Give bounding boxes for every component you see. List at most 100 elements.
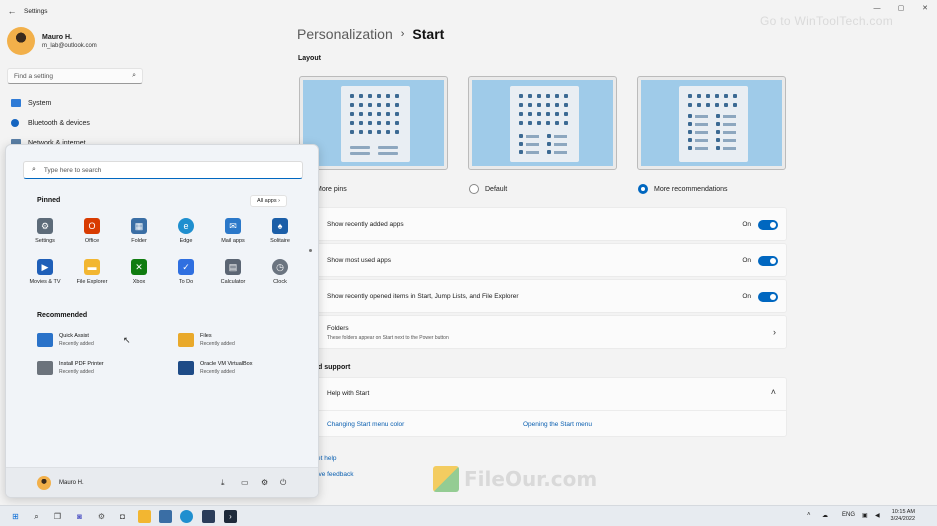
radio-more-recommendations[interactable]: More recommendations xyxy=(638,184,728,194)
chevron-up-icon[interactable]: ˄ xyxy=(771,387,776,397)
pinned-app-settings[interactable]: ⚙ Settings xyxy=(22,218,68,244)
recommended-item-virtualbox[interactable]: Oracle VM VirtualBox Recently added xyxy=(178,361,252,375)
start-menu: ⌕ Type here to search Pinned All apps › … xyxy=(5,144,319,498)
sidebar-item-label: System xyxy=(28,99,52,107)
get-help-link[interactable]: et help xyxy=(317,455,337,462)
pinned-app-xbox[interactable]: ✕ Xbox xyxy=(116,259,162,285)
pinned-app-file-explorer[interactable]: ▬ File Explorer xyxy=(69,259,115,285)
terminal-icon[interactable]: › xyxy=(224,510,237,523)
chat-icon[interactable]: ◙ xyxy=(73,510,86,523)
sidebar-item-label: Bluetooth & devices xyxy=(28,119,90,127)
power-icon[interactable]: ⏻ xyxy=(280,478,286,488)
radio-label: More recommendations xyxy=(654,185,728,193)
recommended-item-pdf-printer[interactable]: Install PDF Printer Recently added xyxy=(37,361,104,375)
help-label[interactable]: Help with Start xyxy=(327,390,369,397)
search-icon[interactable]: ⌕ xyxy=(30,510,43,523)
volume-icon[interactable]: ◀ xyxy=(875,512,880,519)
recommended-title: Quick Assist xyxy=(59,333,89,339)
gear-icon[interactable]: ⚙ xyxy=(95,510,108,523)
recommended-subtitle: Recently added xyxy=(200,369,235,375)
setting-recently-opened: Show recently opened items in Start, Jum… xyxy=(297,279,787,313)
recommended-subtitle: Recently added xyxy=(59,341,94,347)
toggle-switch[interactable] xyxy=(758,256,778,266)
taskbar: ⊞ ⌕ ❐ ◙ ⚙ ◘ › ˄ ☁ ENG ▣ ◀ 10:15 AM 3/24/… xyxy=(0,505,937,526)
user-name[interactable]: Mauro H. xyxy=(59,480,84,486)
breadcrumb-parent[interactable]: Personalization xyxy=(297,26,393,42)
page-indicator[interactable] xyxy=(309,249,312,252)
network-icon[interactable]: ▣ xyxy=(862,512,868,519)
setting-label: Show recently opened items in Start, Jum… xyxy=(327,293,519,300)
search-input[interactable]: Find a setting ⌕ xyxy=(7,68,143,84)
layout-option-more-pins[interactable] xyxy=(299,76,448,170)
pinned-app-label: To Do xyxy=(178,279,194,285)
search-icon: ⌕ xyxy=(132,72,136,79)
gear-icon[interactable]: ⚙ xyxy=(261,478,268,487)
download-icon[interactable]: ⤓ xyxy=(221,478,225,488)
profile[interactable]: Mauro H. m_lab@outlook.com xyxy=(7,27,97,55)
pinned-app-clock[interactable]: ◷ Clock xyxy=(257,259,303,285)
give-feedback-link[interactable]: ive feedback xyxy=(317,471,354,478)
clock[interactable]: 10:15 AM 3/24/2022 xyxy=(891,509,915,523)
link-opening-start-menu[interactable]: Opening the Start menu xyxy=(523,421,592,428)
toggle-switch[interactable] xyxy=(758,220,778,230)
pinned-app-todo[interactable]: ✓ To Do xyxy=(163,259,209,285)
recommended-title: Install PDF Printer xyxy=(59,361,104,367)
sidebar-item-bluetooth[interactable]: Bluetooth & devices xyxy=(11,119,90,127)
files-icon xyxy=(178,333,194,347)
start-search-input[interactable]: ⌕ Type here to search xyxy=(23,161,303,179)
pinned-app-office[interactable]: O Office xyxy=(69,218,115,244)
solitaire-icon: ♠ xyxy=(272,218,288,234)
avatar[interactable] xyxy=(37,476,51,490)
toggle-switch[interactable] xyxy=(758,292,778,302)
back-button[interactable]: ← xyxy=(2,6,22,16)
recommended-item-files[interactable]: Files Recently added xyxy=(178,333,235,347)
radio-button-selected[interactable] xyxy=(638,184,648,194)
pinned-app-edge[interactable]: e Edge xyxy=(163,218,209,244)
folder-icon[interactable]: ▭ xyxy=(241,478,249,487)
avatar xyxy=(7,27,35,55)
pinned-app-label: Settings xyxy=(35,238,55,244)
section-heading-layout: Layout xyxy=(298,55,321,62)
sidebar-item-system[interactable]: System xyxy=(11,99,51,107)
link-changing-start-color[interactable]: Changing Start menu color xyxy=(327,421,404,428)
cloud-icon[interactable]: ☁ xyxy=(822,512,828,519)
file-explorer-icon[interactable] xyxy=(138,510,151,523)
language-indicator[interactable]: ENG xyxy=(842,512,855,518)
profile-email: m_lab@outlook.com xyxy=(42,42,97,49)
recommended-item-quick-assist[interactable]: Quick Assist Recently added xyxy=(37,333,94,347)
pinned-app-folder[interactable]: ▦ Folder xyxy=(116,218,162,244)
section-heading-support: d support xyxy=(318,364,351,371)
pinned-app-solitaire[interactable]: ♠ Solitaire xyxy=(257,218,303,244)
monitor-icon xyxy=(11,99,21,107)
close-button[interactable]: ✕ xyxy=(913,0,937,16)
mouse-cursor-icon: ↖ xyxy=(123,335,131,345)
recommended-heading: Recommended xyxy=(37,312,88,319)
search-icon: ⌕ xyxy=(32,166,36,173)
pinned-app-mail[interactable]: ✉ Mail apps xyxy=(210,218,256,244)
chevron-up-icon[interactable]: ˄ xyxy=(807,512,811,518)
edge-icon[interactable] xyxy=(180,510,193,523)
pinned-app-movies[interactable]: ▶ Movies & TV xyxy=(22,259,68,285)
setting-folders[interactable]: Folders These folders appear on Start ne… xyxy=(297,315,787,349)
radio-default[interactable]: Default xyxy=(469,184,507,194)
pinned-app-label: Edge xyxy=(179,238,193,244)
windows-start-icon[interactable]: ⊞ xyxy=(9,510,22,523)
printer-icon xyxy=(37,361,53,375)
layout-option-default[interactable] xyxy=(468,76,617,170)
radio-button[interactable] xyxy=(469,184,479,194)
folder-icon[interactable] xyxy=(159,510,172,523)
task-view-icon[interactable]: ❐ xyxy=(51,510,64,523)
movies-icon: ▶ xyxy=(37,259,53,275)
setting-label: Folders xyxy=(327,325,349,332)
store-icon[interactable] xyxy=(202,510,215,523)
pinned-app-label: Clock xyxy=(273,279,287,285)
pinned-heading: Pinned xyxy=(37,197,61,204)
camera-icon[interactable]: ◘ xyxy=(116,510,129,523)
recommended-title: Oracle VM VirtualBox xyxy=(200,361,253,367)
pinned-app-calculator[interactable]: ▤ Calculator xyxy=(210,259,256,285)
pinned-app-label: Solitaire xyxy=(270,238,290,244)
all-apps-button[interactable]: All apps › xyxy=(250,195,287,207)
help-with-start: Help with Start ˄ Changing Start menu co… xyxy=(297,377,787,437)
layout-option-more-recommendations[interactable] xyxy=(637,76,786,170)
calculator-icon: ▤ xyxy=(225,259,241,275)
